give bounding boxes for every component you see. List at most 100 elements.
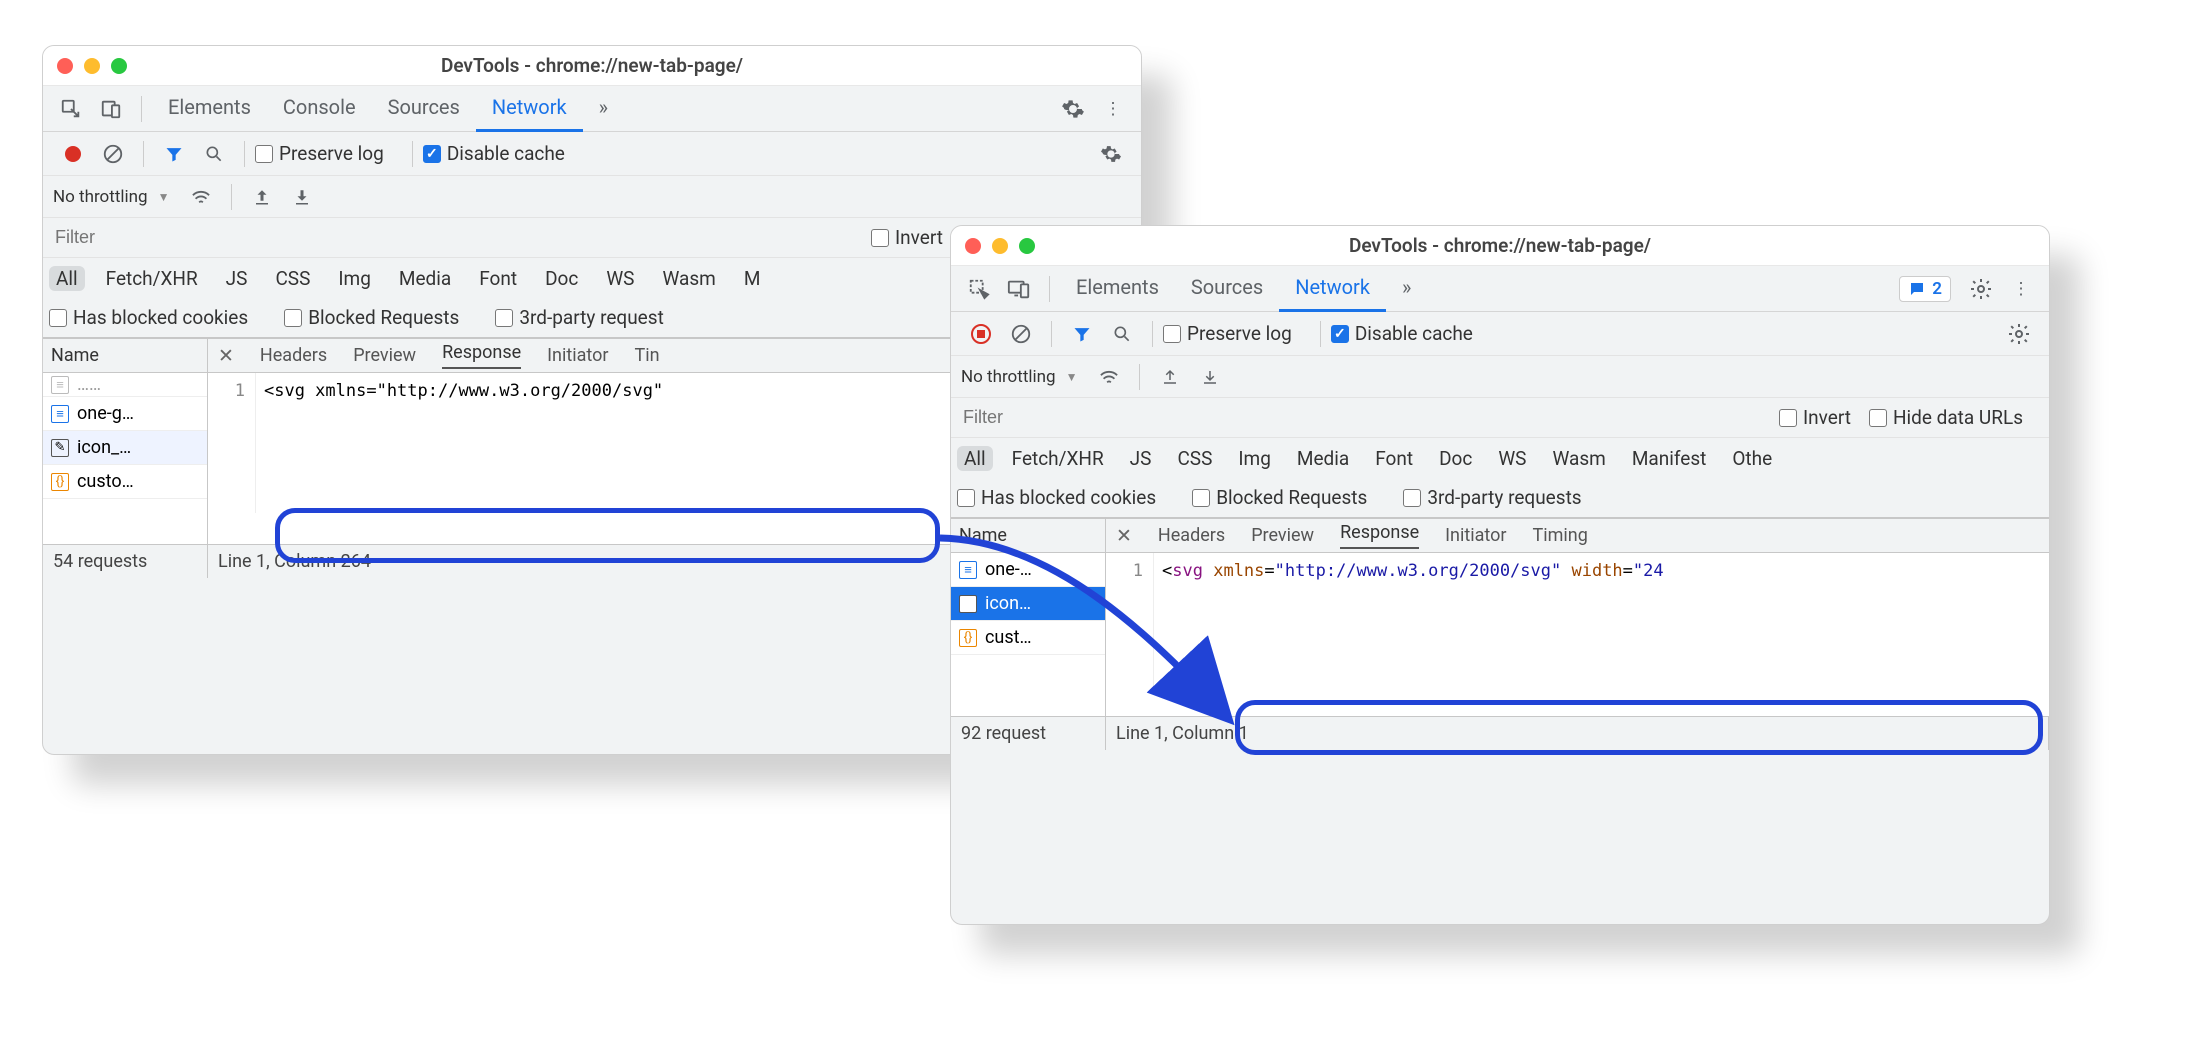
search-icon[interactable] — [199, 139, 229, 169]
tab-network[interactable]: Network — [1279, 265, 1386, 312]
tab-sources[interactable]: Sources — [1175, 265, 1279, 312]
type-font[interactable]: Font — [472, 266, 524, 291]
minimize-window-button[interactable] — [992, 238, 1008, 254]
invert-checkbox[interactable]: Invert — [871, 226, 943, 249]
record-button[interactable] — [58, 139, 88, 169]
settings-gear-icon[interactable] — [2004, 319, 2034, 349]
filter-icon[interactable] — [1067, 319, 1097, 349]
record-button[interactable] — [966, 319, 996, 349]
type-font[interactable]: Font — [1368, 446, 1420, 471]
type-wasm[interactable]: Wasm — [1545, 446, 1612, 471]
invert-checkbox[interactable]: Invert — [1779, 406, 1851, 429]
type-fetch[interactable]: Fetch/XHR — [99, 266, 205, 291]
close-icon[interactable]: ✕ — [1116, 524, 1132, 547]
code-line[interactable]: <svg xmlns="http://www.w3.org/2000/svg" — [256, 373, 671, 513]
upload-icon[interactable] — [247, 182, 277, 212]
third-party-checkbox[interactable]: 3rd-party requests — [1403, 486, 1581, 509]
blocked-requests-checkbox[interactable]: Blocked Requests — [1192, 486, 1367, 509]
kebab-menu-icon[interactable]: ⋮ — [2006, 274, 2036, 304]
type-js[interactable]: JS — [1123, 446, 1159, 471]
request-row[interactable]: ≡one-… — [951, 553, 1105, 587]
type-manifest[interactable]: Manifest — [1625, 446, 1714, 471]
wifi-icon[interactable] — [1094, 362, 1124, 392]
maximize-window-button[interactable] — [1019, 238, 1035, 254]
device-toggle-icon[interactable] — [96, 94, 126, 124]
request-row[interactable]: ✎icon… — [951, 587, 1105, 621]
request-row[interactable]: {}cust… — [951, 621, 1105, 655]
close-icon[interactable]: ✕ — [218, 344, 234, 367]
kebab-menu-icon[interactable]: ⋮ — [1098, 94, 1128, 124]
detail-tab-initiator[interactable]: Initiator — [547, 345, 608, 366]
detail-tab-initiator[interactable]: Initiator — [1445, 525, 1506, 546]
disable-cache-checkbox[interactable]: Disable cache — [423, 142, 565, 165]
detail-tab-timing[interactable]: Timing — [1533, 525, 1588, 546]
detail-tab-preview[interactable]: Preview — [1251, 525, 1314, 546]
settings-gear-icon[interactable] — [1096, 139, 1126, 169]
type-wasm[interactable]: Wasm — [655, 266, 722, 291]
detail-tab-headers[interactable]: Headers — [1158, 525, 1225, 546]
type-js[interactable]: JS — [219, 266, 255, 291]
throttling-dropdown[interactable]: No throttling ▼ — [961, 367, 1077, 387]
close-window-button[interactable] — [57, 58, 73, 74]
request-row[interactable]: ≡…… — [43, 373, 207, 397]
throttling-dropdown[interactable]: No throttling ▼ — [53, 187, 169, 207]
clear-icon[interactable] — [98, 139, 128, 169]
tab-network[interactable]: Network — [476, 85, 583, 132]
wifi-icon[interactable] — [186, 182, 216, 212]
response-code[interactable]: 1 <svg xmlns="http://www.w3.org/2000/svg… — [1106, 553, 2049, 693]
device-toggle-icon[interactable] — [1004, 274, 1034, 304]
type-all[interactable]: All — [49, 266, 85, 291]
type-media[interactable]: Media — [392, 266, 458, 291]
detail-tab-preview[interactable]: Preview — [353, 345, 416, 366]
inspect-icon[interactable] — [964, 274, 994, 304]
tabs-overflow-icon[interactable]: » — [583, 85, 624, 132]
clear-icon[interactable] — [1006, 319, 1036, 349]
tab-sources[interactable]: Sources — [372, 85, 476, 132]
name-column-header[interactable]: Name — [43, 339, 207, 373]
type-doc[interactable]: Doc — [1432, 446, 1479, 471]
filter-icon[interactable] — [159, 139, 189, 169]
inspect-icon[interactable] — [56, 94, 86, 124]
detail-tab-response[interactable]: Response — [1340, 522, 1419, 549]
search-icon[interactable] — [1107, 319, 1137, 349]
close-window-button[interactable] — [965, 238, 981, 254]
request-row[interactable]: ✎icon_… — [43, 431, 207, 465]
settings-gear-icon[interactable] — [1058, 94, 1088, 124]
third-party-checkbox[interactable]: 3rd-party request — [495, 306, 663, 329]
preserve-log-checkbox[interactable]: Preserve log — [1163, 322, 1292, 345]
disable-cache-checkbox[interactable]: Disable cache — [1331, 322, 1473, 345]
type-img[interactable]: Img — [1231, 446, 1278, 471]
detail-tab-headers[interactable]: Headers — [260, 345, 327, 366]
code-line[interactable]: <svg xmlns="http://www.w3.org/2000/svg" … — [1154, 553, 1672, 693]
upload-icon[interactable] — [1155, 362, 1185, 392]
detail-tab-response[interactable]: Response — [442, 342, 521, 369]
type-other[interactable]: Othe — [1725, 446, 1779, 471]
blocked-cookies-checkbox[interactable]: Has blocked cookies — [957, 486, 1156, 509]
type-img[interactable]: Img — [331, 266, 378, 291]
filter-input[interactable] — [51, 225, 341, 251]
type-all[interactable]: All — [957, 446, 993, 471]
maximize-window-button[interactable] — [111, 58, 127, 74]
tab-console[interactable]: Console — [267, 85, 372, 132]
request-row[interactable]: ≡one-g… — [43, 397, 207, 431]
minimize-window-button[interactable] — [84, 58, 100, 74]
type-doc[interactable]: Doc — [538, 266, 585, 291]
download-icon[interactable] — [287, 182, 317, 212]
type-css[interactable]: CSS — [268, 266, 317, 291]
type-more[interactable]: M — [737, 266, 768, 291]
filter-input[interactable] — [959, 405, 1249, 431]
tab-elements[interactable]: Elements — [1060, 265, 1175, 312]
download-icon[interactable] — [1195, 362, 1225, 392]
type-css[interactable]: CSS — [1170, 446, 1219, 471]
tabs-overflow-icon[interactable]: » — [1386, 265, 1427, 312]
settings-gear-icon[interactable] — [1966, 274, 1996, 304]
hide-data-urls-checkbox[interactable]: Hide data URLs — [1869, 406, 2023, 429]
type-fetch[interactable]: Fetch/XHR — [1005, 446, 1111, 471]
preserve-log-checkbox[interactable]: Preserve log — [255, 142, 384, 165]
issues-badge[interactable]: 2 — [1899, 276, 1951, 302]
request-row[interactable]: {}custo… — [43, 465, 207, 499]
name-column-header[interactable]: Name — [951, 519, 1105, 553]
type-media[interactable]: Media — [1290, 446, 1356, 471]
type-ws[interactable]: WS — [1491, 446, 1533, 471]
tab-elements[interactable]: Elements — [152, 85, 267, 132]
